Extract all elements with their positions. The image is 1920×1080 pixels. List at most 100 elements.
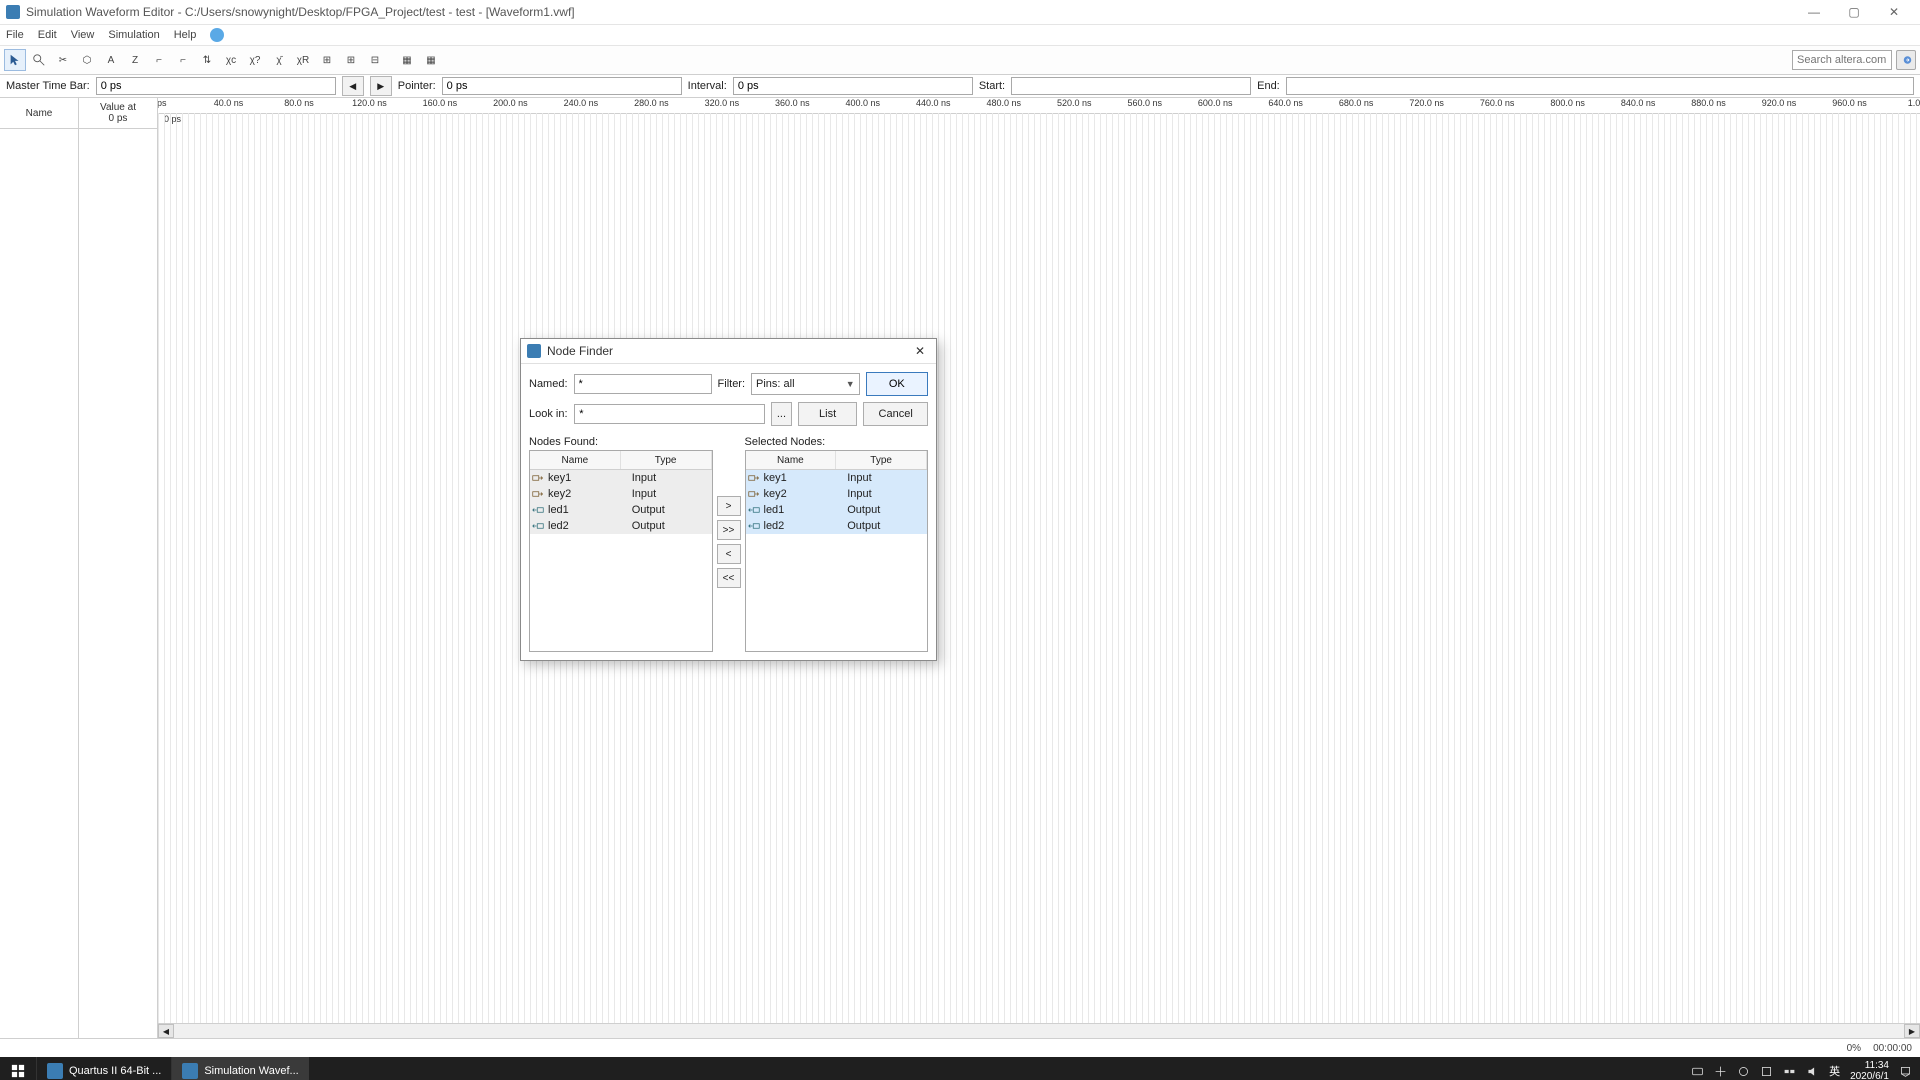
search-input[interactable] [1792,50,1892,70]
end-input[interactable] [1286,77,1914,95]
h-scrollbar[interactable]: ◀ ▶ [158,1023,1920,1038]
tool-group[interactable]: ⊟ [364,49,386,71]
node-name: led2 [762,520,844,532]
filter-label: Filter: [718,378,746,390]
system-tray: 英 11:34 2020/6/1 [1683,1060,1920,1080]
time-prev-button[interactable]: ◀ [342,76,364,96]
tray-volume-icon[interactable] [1806,1065,1819,1078]
browse-button[interactable]: ... [771,402,792,426]
list-button[interactable]: List [798,402,858,426]
list-item[interactable]: key2Input [530,486,712,502]
tool-clock-high[interactable]: ⌐ [172,49,194,71]
taskbar-item-quartus[interactable]: Quartus II 64-Bit ... [36,1057,171,1080]
tool-settings[interactable]: ▦ [420,49,442,71]
start-label: Start: [979,80,1005,92]
move-left-button[interactable]: < [717,544,741,564]
nodes-found-list[interactable]: Name Type key1Inputkey2Inputled1Outputle… [529,450,713,652]
master-time-input[interactable] [96,77,336,95]
pin-out-icon [746,521,762,531]
list-item[interactable]: led1Output [530,502,712,518]
tool-snap2[interactable]: ⊞ [340,49,362,71]
pointer-label: Pointer: [398,80,436,92]
pointer-input[interactable] [442,77,682,95]
move-all-right-button[interactable]: >> [717,520,741,540]
ruler-tick: 760.0 ns [1480,98,1515,108]
search-go-button[interactable] [1896,50,1916,70]
ok-button[interactable]: OK [866,372,928,396]
master-time-label: Master Time Bar: [6,80,90,92]
tool-random2[interactable]: χR [292,49,314,71]
tray-icon-1[interactable] [1691,1065,1704,1078]
list-item[interactable]: key2Input [746,486,928,502]
node-type: Output [843,520,927,532]
ruler-tick: 920.0 ns [1762,98,1797,108]
tool-count[interactable]: χc [220,49,242,71]
tool-force-high[interactable]: Z [124,49,146,71]
menu-file[interactable]: File [6,29,24,41]
named-input[interactable] [574,374,712,394]
tray-clock[interactable]: 11:34 2020/6/1 [1850,1060,1889,1080]
tray-icon-3[interactable] [1737,1065,1750,1078]
menu-edit[interactable]: Edit [38,29,57,41]
move-all-left-button[interactable]: << [717,568,741,588]
ruler-tick: 200.0 ns [493,98,528,108]
minimize-button[interactable]: — [1794,0,1834,24]
window-title: Simulation Waveform Editor - C:/Users/sn… [26,5,575,19]
ruler-tick: 40.0 ns [214,98,244,108]
close-button[interactable]: ✕ [1874,0,1914,24]
menu-view[interactable]: View [71,29,95,41]
ruler-tick: 400.0 ns [846,98,881,108]
lookin-label: Look in: [529,408,568,420]
time-next-button[interactable]: ▶ [370,76,392,96]
tray-ime[interactable]: 英 [1829,1063,1840,1079]
menu-simulation[interactable]: Simulation [108,29,159,41]
signal-columns: Name Value at 0 ps [0,98,158,1038]
tool-clock-low[interactable]: ⌐ [148,49,170,71]
menu-help[interactable]: Help [174,29,197,41]
tool-force-low[interactable]: A [100,49,122,71]
tool-pointer[interactable] [4,49,26,71]
tool-snap[interactable]: ⊞ [316,49,338,71]
timebar: Master Time Bar: ◀ ▶ Pointer: Interval: … [0,75,1920,98]
list-item[interactable]: key1Input [746,470,928,486]
tray-date: 2020/6/1 [1850,1071,1889,1080]
list-item[interactable]: led2Output [530,518,712,534]
ruler-tick: 560.0 ns [1127,98,1162,108]
waveform-area[interactable]: 0 ps40.0 ns80.0 ns120.0 ns160.0 ns200.0 … [158,98,1920,1038]
start-input[interactable] [1011,77,1251,95]
maximize-button[interactable]: ▢ [1834,0,1874,24]
list-item[interactable]: key1Input [530,470,712,486]
selected-nodes-list[interactable]: Name Type key1Inputkey2Inputled1Outputle… [745,450,929,652]
tool-run-sim[interactable]: ▦ [396,49,418,71]
tray-icon-4[interactable] [1760,1065,1773,1078]
tray-notifications-icon[interactable] [1899,1065,1912,1078]
scroll-left[interactable]: ◀ [158,1024,174,1038]
taskbar-item-simwave[interactable]: Simulation Wavef... [171,1057,308,1080]
filter-dropdown[interactable]: Pins: all ▼ [751,373,860,395]
tool-random[interactable]: χ? [244,49,266,71]
help-icon[interactable] [210,28,224,42]
tool-zoom[interactable] [28,49,50,71]
interval-input[interactable] [733,77,973,95]
tool-overwrite[interactable]: χ̄ [268,49,290,71]
pin-in-icon [530,489,546,499]
node-type: Input [628,472,712,484]
dialog-close-button[interactable]: ✕ [910,341,930,361]
node-name: led1 [546,504,628,516]
ruler-tick: 520.0 ns [1057,98,1092,108]
lookin-input[interactable] [574,404,765,424]
tool-cut[interactable]: ✂ [52,49,74,71]
tray-icon-2[interactable] [1714,1065,1727,1078]
list-item[interactable]: led1Output [746,502,928,518]
tool-invert[interactable]: ⇅ [196,49,218,71]
filter-value: Pins: all [756,378,795,390]
tray-time: 11:34 [1850,1060,1889,1071]
move-right-button[interactable]: > [717,496,741,516]
tray-network-icon[interactable] [1783,1065,1796,1078]
scroll-right[interactable]: ▶ [1904,1024,1920,1038]
tool-unknown-a[interactable]: ⬡ [76,49,98,71]
cancel-button[interactable]: Cancel [863,402,928,426]
list-item[interactable]: led2Output [746,518,928,534]
start-button[interactable] [0,1057,36,1080]
ruler-tick: 640.0 ns [1268,98,1303,108]
